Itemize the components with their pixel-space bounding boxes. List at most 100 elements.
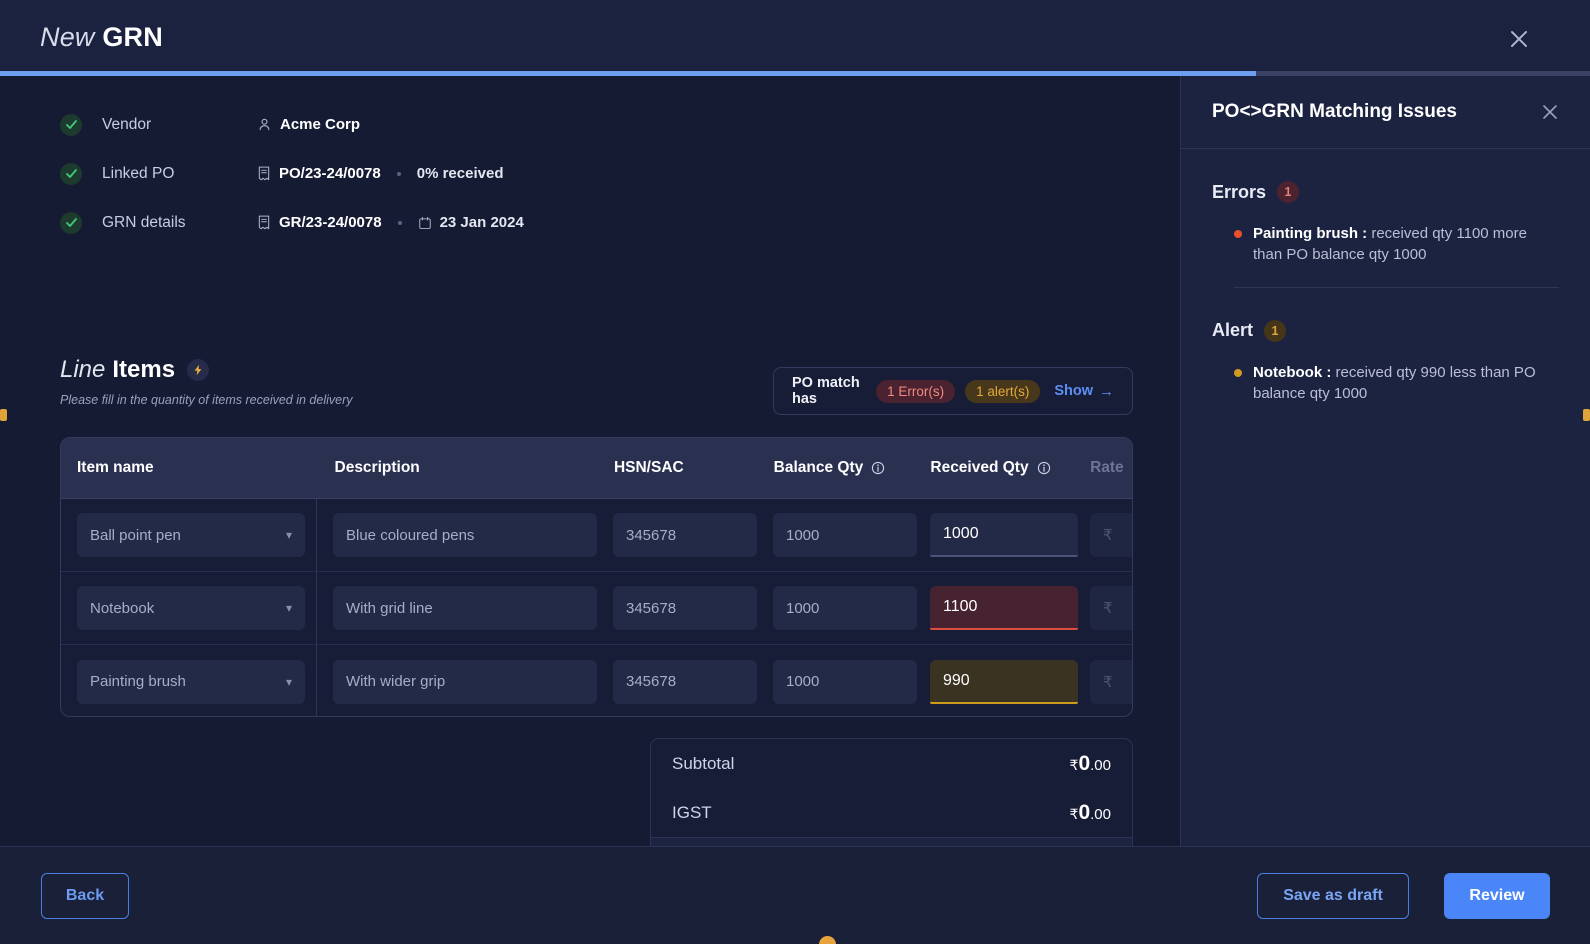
summary-value: Acme Corp [257,116,360,133]
summary-label: GRN details [102,213,186,231]
back-button[interactable]: Back [41,873,129,919]
table-row: Ball point pen ▾ Blue coloured pens 3456… [61,498,1132,572]
error-item: Painting brush : received qty 1100 more … [1212,223,1559,266]
arrow-right-icon: → [1099,382,1114,400]
chevron-down-icon: ▾ [285,528,292,542]
alerts-section: Alert 1 Notebook : received qty 990 less… [1181,319,1590,405]
separator-dot [397,220,402,225]
line-items-title-bold: Items [112,356,176,383]
info-icon[interactable] [871,461,885,475]
info-icon[interactable] [1037,461,1051,475]
alerts-title: Alert [1212,320,1254,341]
save-as-draft-button[interactable]: Save as draft [1257,873,1409,919]
line-items-title-thin: Line [60,356,106,383]
received-qty-input[interactable]: 990 [930,659,1078,704]
hsn-sac-input[interactable]: 345678 [613,659,757,704]
cell-description: With wider grip [317,659,597,704]
bullet-icon [1234,368,1242,377]
cell-received-qty: 990 [914,659,1078,704]
cell-received-qty: 1000 [914,513,1078,557]
hsn-sac-input[interactable]: 345678 [613,586,757,630]
alert-item: Notebook : received qty 990 less than PO… [1212,362,1559,405]
summary-value-text: GR/23-24/0078 [279,214,382,231]
errors-count-badge: 1 [1277,181,1300,203]
description-input[interactable]: With grid line [333,586,597,630]
edge-marker-right [1583,409,1590,421]
item-name-value: Painting brush [90,673,186,690]
modal-header: New GRN [0,0,1590,76]
lightning-bolt-icon [187,359,210,381]
person-icon [257,117,272,132]
description-input[interactable]: Blue coloured pens [333,513,597,557]
summary-label: Vendor [102,115,152,133]
totals-whole: 0 [1078,800,1091,824]
panel-header: PO<>GRN Matching Issues [1181,76,1590,149]
totals-decimals: .00 [1090,805,1111,823]
summary-row-grn-details[interactable]: GRN details GR/23-24/0078 23 Jan 2024 [0,198,1180,247]
alert-item-subject: Notebook : [1253,363,1332,381]
separator-dot [396,171,401,176]
line-items-title: Line Items [60,356,353,384]
cell-description: With grid line [317,586,597,630]
document-icon [257,215,271,230]
review-button[interactable]: Review [1444,873,1550,919]
error-item-subject: Painting brush : [1253,225,1368,242]
balance-qty-input[interactable]: 1000 [773,513,917,557]
item-name-value: Notebook [90,599,155,617]
column-header-received-qty-label: Received Qty [930,459,1029,476]
rate-input[interactable]: ₹ [1090,659,1132,704]
summary-row-linked-po[interactable]: Linked PO PO/23-24/0078 0% received [0,149,1180,198]
column-header-balance-qty-label: Balance Qty [773,459,864,476]
show-issues-link[interactable]: Show → [1054,383,1114,400]
error-item-text: Painting brush : received qty 1100 more … [1253,223,1559,266]
description-input[interactable]: With wider grip [333,659,597,704]
column-header-balance-qty: Balance Qty [758,459,915,477]
check-icon [60,211,82,234]
column-header-rate: Rate [1090,459,1124,476]
cell-item-name: Ball point pen ▾ [61,498,317,572]
item-name-select[interactable]: Ball point pen ▾ [77,513,305,557]
cell-hsn-sac: 345678 [597,513,757,557]
bullet-icon [1234,230,1242,238]
close-icon[interactable] [1504,24,1534,54]
totals-value: ₹0.00 [1070,801,1111,825]
cell-description: Blue coloured pens [317,513,597,557]
cell-item-name: Notebook ▾ [61,571,317,645]
received-qty-input[interactable]: 1100 [930,586,1078,630]
matching-issues-panel: PO<>GRN Matching Issues Errors 1 Paintin… [1180,76,1590,846]
balance-qty-input[interactable]: 1000 [773,659,917,704]
error-count-pill: 1 Error(s) [876,379,956,403]
po-match-banner: PO match has 1 Error(s) 1 alert(s) Show … [773,367,1133,415]
alert-count-pill: 1 alert(s) [965,379,1041,403]
close-icon[interactable] [1540,102,1560,122]
section-divider [1234,286,1559,288]
balance-qty-input[interactable]: 1000 [773,586,917,630]
summary-row-vendor[interactable]: Vendor Acme Corp [0,100,1180,149]
table-header-row: Item name Description HSN/SAC Balance Qt… [61,438,1132,499]
po-match-text: PO match has [792,375,860,407]
item-name-select[interactable]: Notebook ▾ [77,586,305,630]
modal-footer: Back Save as draft Review [0,846,1590,944]
summary-value: GR/23-24/0078 23 Jan 2024 [257,214,524,231]
rate-input[interactable]: ₹ [1090,513,1132,557]
line-items-subtitle: Please fill in the quantity of items rec… [60,393,353,407]
rate-input[interactable]: ₹ [1090,586,1132,630]
column-header-item-name: Item name [77,459,154,476]
received-qty-input[interactable]: 1000 [930,513,1078,557]
item-name-select[interactable]: Painting brush ▾ [77,659,305,704]
cell-received-qty: 1100 [914,586,1078,630]
column-header-description: Description [334,459,420,476]
item-name-value: Ball point pen [90,526,181,544]
alerts-count-badge: 1 [1264,319,1287,342]
table-row: Painting brush ▾ With wider grip 345678 … [61,645,1132,716]
errors-title: Errors [1212,181,1267,202]
errors-heading: Errors 1 [1212,181,1559,203]
summary-value-text: PO/23-24/0078 [279,165,381,182]
column-header-received-qty: Received Qty [914,459,1074,477]
new-grn-modal: New GRN Vendor Acme Corp Linked PO PO/23… [0,0,1590,944]
totals-label: Subtotal [672,753,735,773]
cell-balance-qty: 1000 [757,659,917,704]
totals-label: IGST [672,802,712,822]
hsn-sac-input[interactable]: 345678 [613,513,757,557]
line-items-heading: Line Items Please fill in the quantity o… [60,356,353,407]
